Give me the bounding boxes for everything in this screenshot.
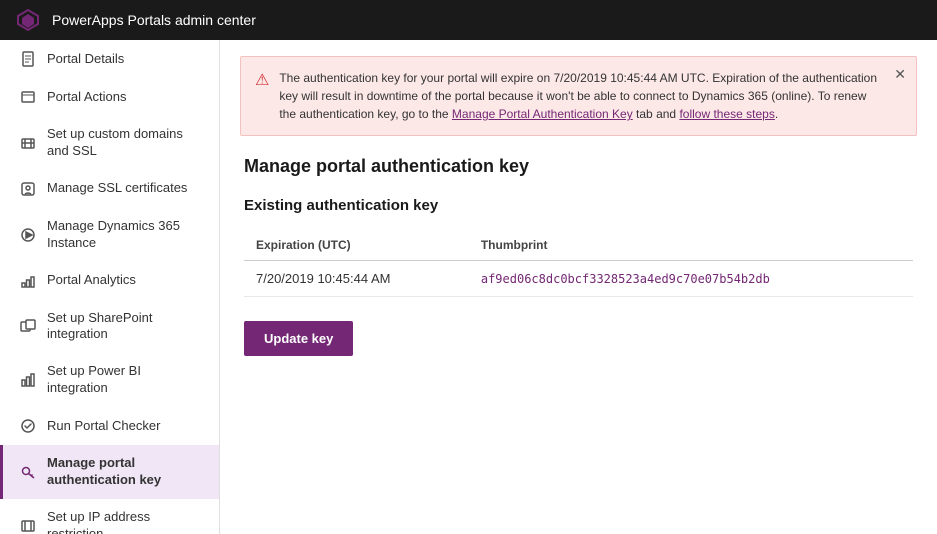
page-body: Manage portal authentication key Existin… [220, 136, 937, 376]
sidebar-label-powerbi: Set up Power BI integration [47, 363, 203, 397]
alert-error-icon: ⚠ [255, 70, 269, 90]
main-content: ⚠ The authentication key for your portal… [220, 40, 937, 534]
chart-icon [19, 272, 37, 290]
sidebar-item-ip-restriction[interactable]: Set up IP address restriction [0, 499, 219, 534]
sidebar-item-powerbi[interactable]: Set up Power BI integration [0, 353, 219, 407]
sidebar-item-portal-checker[interactable]: Run Portal Checker [0, 407, 219, 445]
sidebar-item-custom-domains[interactable]: Set up custom domains and SSL [0, 116, 219, 170]
powerbi-icon [19, 371, 37, 389]
sidebar-item-sharepoint[interactable]: Set up SharePoint integration [0, 300, 219, 354]
sidebar-item-ssl-certificates[interactable]: Manage SSL certificates [0, 170, 219, 208]
sidebar: Portal Details Portal Actions Set up cus… [0, 40, 220, 534]
sidebar-label-portal-details: Portal Details [47, 51, 124, 68]
app-logo-icon [16, 8, 40, 32]
sidebar-item-portal-details[interactable]: Portal Details [0, 40, 219, 78]
col-header-expiration: Expiration (UTC) [244, 230, 469, 261]
table-row: 7/20/2019 10:45:44 AM af9ed06c8dc0bcf332… [244, 261, 913, 297]
check-icon [19, 417, 37, 435]
sidebar-label-ssl-certificates: Manage SSL certificates [47, 180, 187, 197]
main-layout: Portal Details Portal Actions Set up cus… [0, 40, 937, 534]
alert-link-steps[interactable]: follow these steps [679, 107, 774, 121]
sidebar-label-auth-key: Manage portal authentication key [47, 455, 203, 489]
ip-icon [19, 517, 37, 534]
cert-icon [19, 180, 37, 198]
sidebar-label-portal-actions: Portal Actions [47, 89, 127, 106]
sidebar-label-dynamics-instance: Manage Dynamics 365 Instance [47, 218, 203, 252]
doc-icon [19, 50, 37, 68]
alert-text-after: . [775, 107, 778, 121]
alert-close-button[interactable]: ✕ [894, 67, 906, 81]
cell-thumbprint: af9ed06c8dc0bcf3328523a4ed9c70e07b54b2db [469, 261, 913, 297]
sidebar-label-portal-analytics: Portal Analytics [47, 272, 136, 289]
lightning-icon [19, 88, 37, 106]
sidebar-label-ip-restriction: Set up IP address restriction [47, 509, 203, 534]
sidebar-item-auth-key[interactable]: Manage portal authentication key [0, 445, 219, 499]
cell-expiration: 7/20/2019 10:45:44 AM [244, 261, 469, 297]
auth-key-table: Expiration (UTC) Thumbprint 7/20/2019 10… [244, 230, 913, 297]
sidebar-item-portal-actions[interactable]: Portal Actions [0, 78, 219, 116]
sp-icon [19, 317, 37, 335]
page-title: Manage portal authentication key [244, 156, 913, 177]
alert-text-middle: tab and [633, 107, 680, 121]
sidebar-label-sharepoint: Set up SharePoint integration [47, 310, 203, 344]
sidebar-label-custom-domains: Set up custom domains and SSL [47, 126, 203, 160]
app-title: PowerApps Portals admin center [52, 12, 256, 28]
play-icon [19, 226, 37, 244]
alert-banner: ⚠ The authentication key for your portal… [240, 56, 917, 136]
sidebar-item-dynamics-instance[interactable]: Manage Dynamics 365 Instance [0, 208, 219, 262]
alert-link-manage-key[interactable]: Manage Portal Authentication Key [452, 107, 633, 121]
sidebar-item-portal-analytics[interactable]: Portal Analytics [0, 262, 219, 300]
col-header-thumbprint: Thumbprint [469, 230, 913, 261]
update-key-button[interactable]: Update key [244, 321, 353, 356]
globe-icon [19, 134, 37, 152]
section-title: Existing authentication key [244, 197, 913, 214]
sidebar-label-portal-checker: Run Portal Checker [47, 418, 160, 435]
app-header: PowerApps Portals admin center [0, 0, 937, 40]
alert-text: The authentication key for your portal w… [279, 69, 880, 123]
key-icon [19, 463, 37, 481]
